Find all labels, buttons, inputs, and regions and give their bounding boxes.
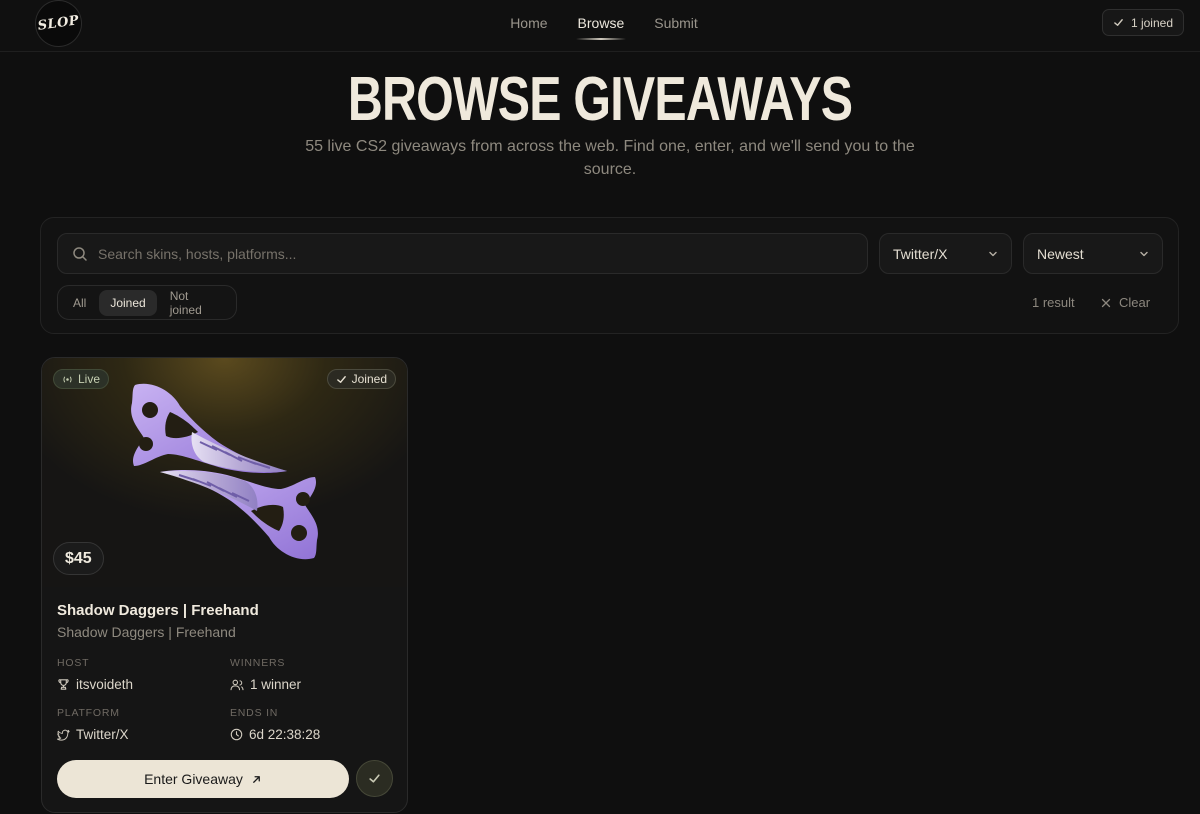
joined-filter-segment: All Joined Not joined — [57, 285, 237, 320]
sort-select[interactable]: Newest — [1023, 233, 1163, 274]
segment-joined[interactable]: Joined — [99, 289, 157, 316]
platform-label: PLATFORM — [57, 707, 120, 719]
host-value: itsvoideth — [57, 677, 133, 692]
host-name: itsvoideth — [76, 677, 134, 692]
top-nav: SLOP Home Browse Submit 1 joined — [0, 0, 1200, 52]
result-count: 1 result — [1032, 295, 1075, 310]
close-icon — [1101, 298, 1111, 307]
countdown: 6d 22:38:28 — [249, 727, 321, 742]
check-icon — [1114, 19, 1123, 26]
joined-badge: Joined — [326, 369, 396, 389]
nav-link-browse[interactable]: Browse — [575, 0, 626, 46]
ends-value: 6d 22:38:28 — [230, 727, 320, 742]
price-badge: $45 — [53, 542, 104, 575]
users-icon — [230, 679, 244, 690]
clear-filters-button[interactable]: Clear — [1101, 295, 1150, 310]
clear-label: Clear — [1119, 295, 1151, 310]
card-subtitle: Shadow Daggers | Freehand — [57, 624, 236, 640]
live-signal-icon — [63, 376, 72, 382]
joined-count-button[interactable]: 1 joined — [1101, 9, 1184, 36]
page-title: BROWSE GIVEAWAYS — [347, 65, 853, 134]
live-label: Live — [78, 372, 101, 386]
joined-label: Joined — [351, 372, 387, 386]
check-icon — [369, 774, 380, 783]
nav-links: Home Browse Submit — [0, 0, 1200, 46]
enter-giveaway-label: Enter Giveaway — [144, 771, 243, 787]
enter-giveaway-button[interactable]: Enter Giveaway — [57, 760, 349, 798]
card-media: Live Joined $45 — [42, 358, 407, 587]
arrow-up-right-icon — [253, 775, 260, 783]
platform-value: Twitter/X — [57, 727, 129, 742]
segment-all[interactable]: All — [62, 290, 97, 316]
search-input[interactable] — [98, 245, 838, 262]
live-badge: Live — [53, 369, 110, 389]
winners-label: WINNERS — [230, 657, 286, 669]
host-label: HOST — [57, 657, 90, 669]
nav-link-home[interactable]: Home — [510, 0, 547, 46]
filter-panel: Twitter/X Newest All Joined Not joined 1… — [40, 217, 1179, 334]
search-icon — [73, 246, 87, 261]
card-title: Shadow Daggers | Freehand — [57, 602, 259, 619]
trophy-icon — [58, 679, 69, 690]
winners-count: 1 winner — [250, 677, 302, 692]
sort-select-value: Newest — [1037, 245, 1084, 262]
nav-link-submit[interactable]: Submit — [654, 0, 698, 46]
page-subtitle: 55 live CS2 giveaways from across the we… — [305, 138, 915, 178]
platform-name: Twitter/X — [76, 727, 129, 742]
check-icon — [336, 375, 346, 383]
chevron-down-icon — [989, 251, 997, 256]
ends-label: ENDS IN — [230, 707, 279, 719]
platform-select[interactable]: Twitter/X — [879, 233, 1012, 274]
chevron-down-icon — [1140, 251, 1148, 256]
winners-value: 1 winner — [230, 677, 301, 692]
search-box[interactable] — [57, 233, 868, 274]
clock-icon — [230, 728, 243, 741]
twitter-icon — [57, 729, 70, 741]
mark-joined-button[interactable] — [356, 760, 393, 797]
platform-select-value: Twitter/X — [893, 245, 948, 262]
joined-count-label: 1 joined — [1130, 15, 1173, 30]
giveaway-card[interactable]: Live Joined $45 Shadow Daggers | Freehan… — [41, 357, 408, 813]
segment-not-joined[interactable]: Not joined — [159, 283, 232, 323]
